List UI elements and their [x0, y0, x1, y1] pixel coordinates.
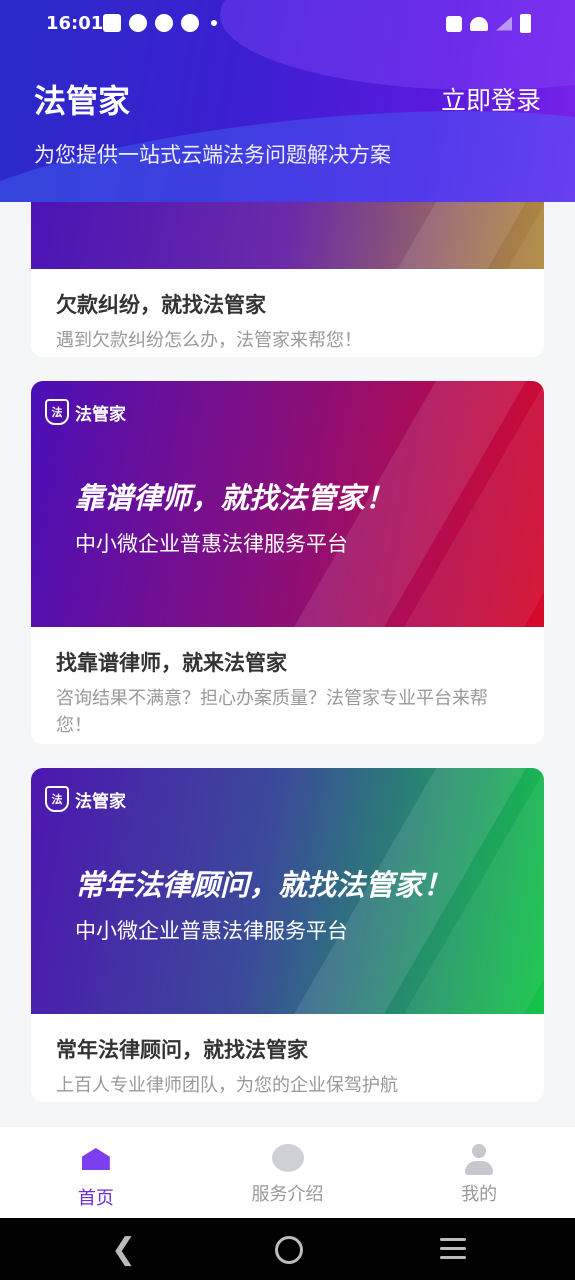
notification-icon	[181, 14, 199, 32]
card-banner	[31, 202, 544, 269]
card-banner: 法 法管家 常年法律顾问，就找法管家！ 中小微企业普惠法律服务平台	[31, 768, 544, 1014]
wifi-icon	[470, 16, 488, 31]
mail-icon	[103, 14, 121, 32]
service-icon	[272, 1144, 305, 1174]
bottom-tab-bar: 首页 服务介绍 我的	[0, 1127, 575, 1218]
tab-home[interactable]: 首页	[26, 1127, 166, 1210]
tab-label: 服务介绍	[251, 1184, 324, 1205]
status-bar: 16:01	[0, 0, 575, 48]
banner-logo-text: 法管家	[75, 404, 126, 425]
notification-icons	[103, 14, 217, 32]
card-title: 欠款纠纷，就找法管家	[56, 293, 266, 317]
shield-logo-icon: 法	[45, 786, 69, 812]
banner-logo: 法 法管家	[45, 399, 126, 425]
back-icon[interactable]: ❮	[111, 1232, 136, 1267]
status-time: 16:01	[46, 13, 104, 34]
more-notifications-icon	[211, 20, 217, 26]
notification-icon	[155, 14, 173, 32]
banner-tagline: 中小微企业普惠法律服务平台	[75, 532, 348, 556]
banner-headline: 常年法律顾问，就找法管家！	[75, 868, 453, 902]
service-card-debt-dispute[interactable]: 欠款纠纷，就找法管家 遇到欠款纠纷怎么办，法管家来帮您！	[31, 202, 544, 357]
banner-tagline: 中小微企业普惠法律服务平台	[75, 919, 348, 943]
home-circle-icon[interactable]	[275, 1236, 303, 1264]
service-card-legal-advisor[interactable]: 法 法管家 常年法律顾问，就找法管家！ 中小微企业普惠法律服务平台 常年法律顾问…	[31, 768, 544, 1102]
tab-service-intro[interactable]: 服务介绍	[217, 1127, 357, 1206]
card-title: 找靠谱律师，就来法管家	[56, 651, 287, 675]
banner-stripe	[262, 202, 544, 269]
service-card-reliable-lawyer[interactable]: 法 法管家 靠谱律师，就找法管家！ 中小微企业普惠法律服务平台 找靠谱律师，就来…	[31, 381, 544, 744]
battery-icon	[520, 14, 531, 33]
card-description: 咨询结果不满意？担心办案质量？法管家专业平台来帮您！	[56, 688, 488, 736]
home-icon	[81, 1148, 111, 1178]
user-icon	[464, 1144, 494, 1175]
header-subtitle: 为您提供一站式云端法务问题解决方案	[34, 143, 391, 167]
banner-logo-text: 法管家	[75, 791, 126, 812]
signal-icon	[496, 16, 512, 31]
banner-headline: 靠谱律师，就找法管家！	[75, 481, 395, 515]
system-navigation-bar: ❮	[0, 1218, 575, 1280]
login-button[interactable]: 立即登录	[441, 81, 541, 117]
card-description: 遇到欠款纠纷怎么办，法管家来帮您！	[56, 330, 362, 351]
shield-logo-icon: 法	[45, 399, 69, 425]
card-banner: 法 法管家 靠谱律师，就找法管家！ 中小微企业普惠法律服务平台	[31, 381, 544, 627]
app-title: 法管家	[34, 82, 131, 120]
vibrate-icon	[446, 15, 462, 32]
banner-logo: 法 法管家	[45, 786, 126, 812]
notification-icon	[129, 14, 147, 32]
system-icons	[446, 14, 531, 33]
tab-label: 首页	[77, 1188, 114, 1209]
tab-mine[interactable]: 我的	[409, 1127, 549, 1206]
app-header: 16:01 法管家 立即登录 为您提供一站式云端法务问题解决方案	[0, 0, 575, 202]
menu-icon[interactable]	[440, 1238, 466, 1265]
card-title: 常年法律顾问，就找法管家	[56, 1038, 308, 1062]
tab-label: 我的	[461, 1184, 498, 1205]
card-description: 上百人专业律师团队，为您的企业保驾护航	[56, 1075, 398, 1096]
